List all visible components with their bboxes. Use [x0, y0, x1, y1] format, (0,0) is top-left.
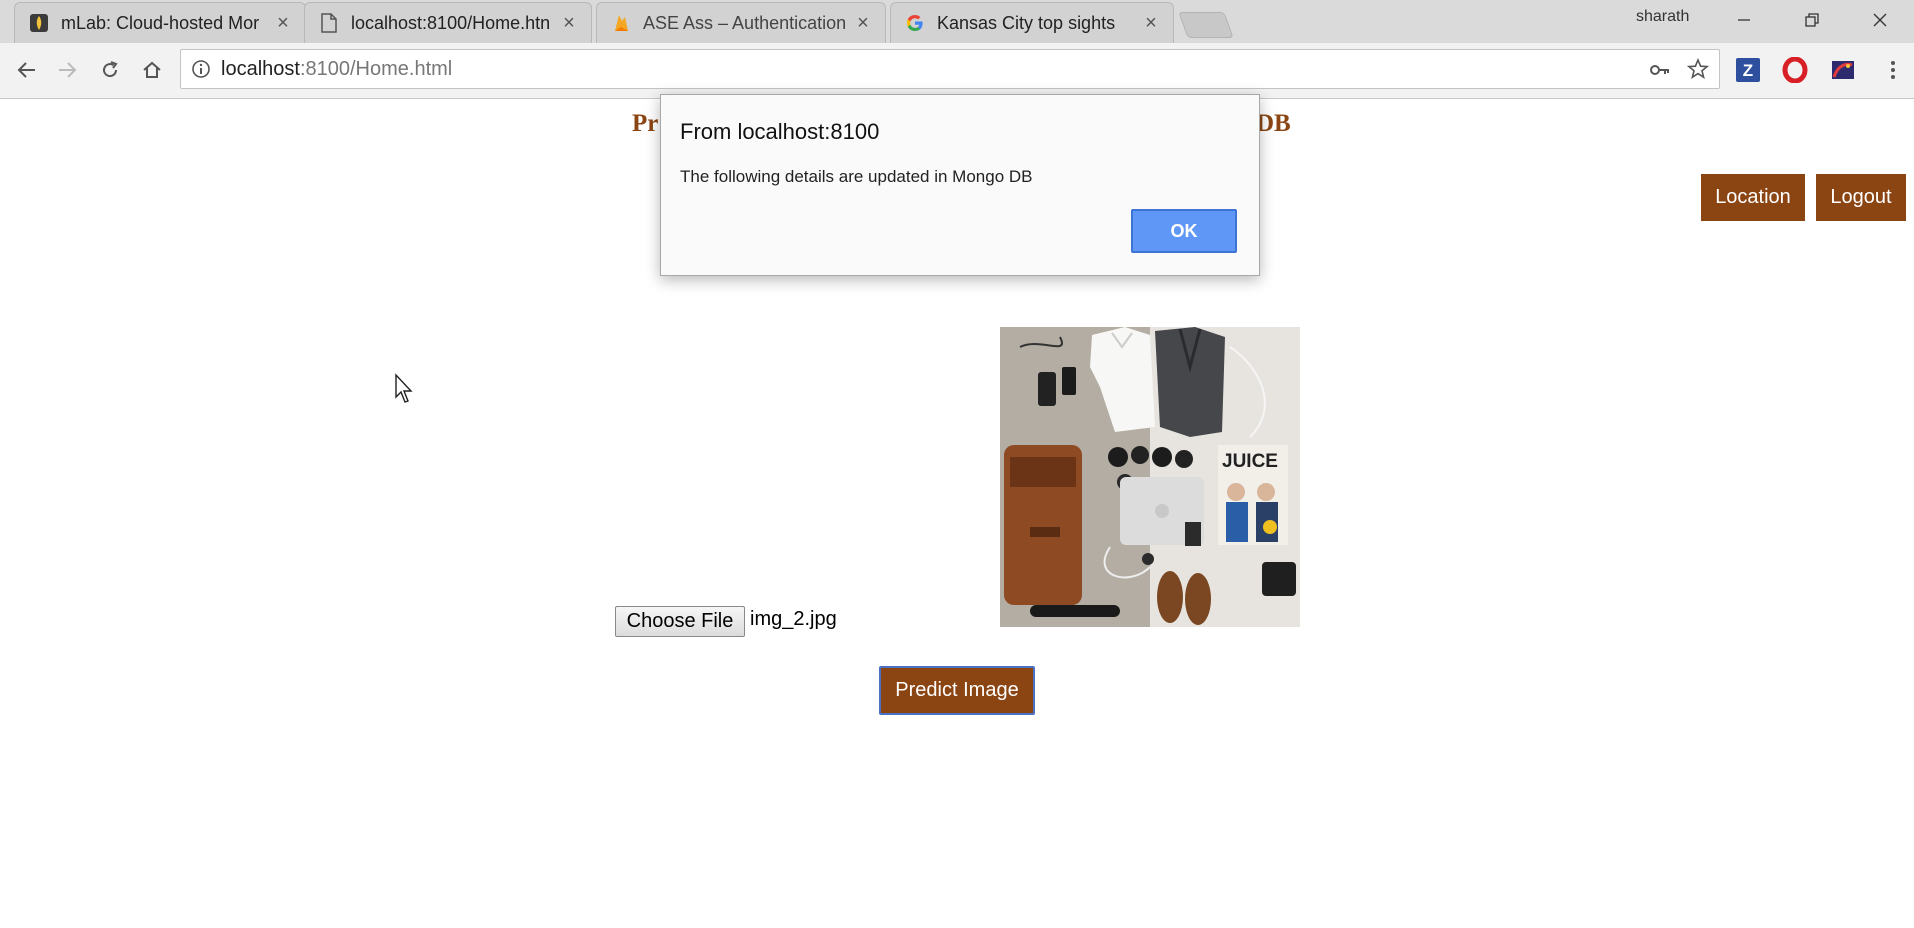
tab-localhost[interactable]: localhost:8100/Home.htn × [304, 2, 592, 43]
magazine-juice-text: JUICE [1222, 451, 1278, 472]
choose-file-button[interactable]: Choose File [615, 606, 745, 637]
tab-title: localhost:8100/Home.htn [351, 12, 551, 33]
tab-kansas-city[interactable]: Kansas City top sights × [890, 2, 1174, 43]
address-host: localhost [221, 58, 300, 80]
document-icon [319, 13, 339, 33]
close-tab-icon[interactable]: × [559, 13, 579, 33]
close-tab-icon[interactable]: × [1141, 13, 1161, 33]
tab-title: ASE Ass – Authentication [643, 12, 847, 33]
back-arrow-icon[interactable] [10, 53, 44, 87]
browser-toolbar: localhost:8100/Home.html Z [0, 43, 1914, 99]
tab-strip: mLab: Cloud-hosted Mor × localhost:8100/… [0, 0, 1914, 43]
close-window-icon[interactable] [1846, 0, 1914, 40]
google-g-icon [905, 13, 925, 33]
ok-button[interactable]: OK [1131, 209, 1237, 253]
extension-icon[interactable] [1828, 55, 1858, 85]
tab-title: Kansas City top sights [937, 12, 1116, 33]
predict-image-button[interactable]: Predict Image [879, 666, 1035, 715]
address-url: localhost:8100/Home.html [221, 58, 452, 81]
menu-dots-icon[interactable] [1878, 55, 1908, 85]
alert-dialog: From localhost:8100 The following detail… [660, 94, 1260, 276]
mouse-pointer-icon [394, 373, 416, 410]
mlab-leaf-icon [29, 13, 49, 33]
close-tab-icon[interactable]: × [853, 13, 873, 33]
info-icon[interactable] [191, 59, 211, 84]
bookmark-star-icon[interactable] [1686, 57, 1710, 85]
logout-button[interactable]: Logout [1816, 174, 1906, 221]
opera-extension-icon[interactable] [1780, 55, 1810, 85]
restore-icon[interactable] [1778, 0, 1846, 40]
forward-arrow-icon[interactable] [50, 53, 84, 87]
svg-text:Z: Z [1743, 61, 1753, 80]
address-bar[interactable]: localhost:8100/Home.html [180, 49, 1720, 89]
flatlay-photo: JUICE [1000, 327, 1300, 627]
address-path: :8100/Home.html [299, 58, 453, 80]
profile-name[interactable]: sharath [1636, 8, 1689, 26]
tab-title: mLab: Cloud-hosted Mor [61, 12, 260, 33]
dialog-title: From localhost:8100 [680, 119, 880, 144]
home-icon[interactable] [135, 53, 169, 87]
selected-file-name: img_2.jpg [750, 608, 837, 630]
reload-icon[interactable] [93, 53, 127, 87]
close-tab-icon[interactable]: × [273, 13, 293, 33]
zotero-extension-icon[interactable]: Z [1733, 55, 1763, 85]
location-button[interactable]: Location [1701, 174, 1805, 221]
new-tab-button[interactable] [1178, 12, 1234, 38]
tab-mlab[interactable]: mLab: Cloud-hosted Mor × [14, 2, 306, 43]
tab-ase-authentication[interactable]: ASE Ass – Authentication × [596, 2, 886, 43]
firebase-flame-icon [611, 13, 631, 33]
minimize-icon[interactable] [1710, 0, 1778, 40]
uploaded-image-preview: JUICE [1000, 327, 1300, 627]
dialog-message: The following details are updated in Mon… [680, 167, 1033, 186]
page-heading-end: DB [1256, 110, 1291, 137]
key-icon[interactable] [1649, 60, 1671, 85]
page-heading-start: Pr [632, 110, 659, 137]
